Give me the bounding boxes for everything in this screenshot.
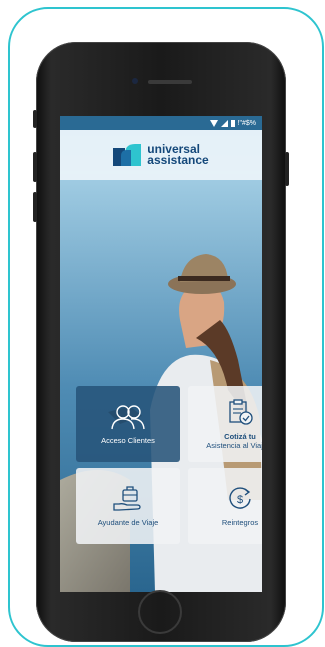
tile-title: Cotizá tu	[224, 432, 256, 441]
app-screen: !"#$% universal assistance Acceso Client…	[60, 116, 262, 592]
signal-icon	[220, 119, 228, 127]
status-bar: !"#$%	[60, 116, 262, 130]
menu-grid: Acceso Clientes Cotizá tu Asistencia al …	[76, 386, 262, 544]
volume-down-button	[33, 192, 37, 222]
status-text: !"#$%	[237, 119, 256, 127]
tile-ayudante-viaje[interactable]: Ayudante de Viaje	[76, 468, 180, 544]
wifi-icon	[209, 119, 218, 127]
tile-acceso-clientes[interactable]: Acceso Clientes	[76, 386, 180, 462]
tile-label: Acceso Clientes	[101, 435, 155, 445]
home-button[interactable]	[138, 590, 182, 634]
tile-label: Ayudante de Viaje	[97, 517, 159, 527]
brand-name: universal assistance	[147, 143, 209, 167]
phone-device: !"#$% universal assistance Acceso Client…	[33, 42, 289, 642]
suitcase-hand-icon	[113, 485, 141, 511]
clipboard-check-icon	[229, 399, 253, 425]
dollar-refund-icon: $	[229, 486, 251, 509]
power-button	[285, 152, 289, 186]
tile-reintegros[interactable]: $ Reintegros	[188, 468, 262, 544]
mute-switch	[33, 110, 37, 128]
battery-icon	[230, 119, 235, 127]
earpiece-speaker	[148, 80, 192, 84]
svg-text:$: $	[237, 494, 243, 506]
app-header: universal assistance	[60, 130, 262, 180]
brand-line-2: assistance	[147, 153, 209, 167]
front-camera	[132, 78, 138, 84]
tile-label: Asistencia al Viajero	[206, 441, 262, 450]
brand-logo-icon	[113, 144, 142, 166]
volume-up-button	[33, 152, 37, 182]
tile-cotiza-asistencia[interactable]: Cotizá tu Asistencia al Viajero	[188, 386, 262, 462]
users-icon	[111, 404, 145, 429]
tile-label: Reintegros	[221, 517, 259, 527]
